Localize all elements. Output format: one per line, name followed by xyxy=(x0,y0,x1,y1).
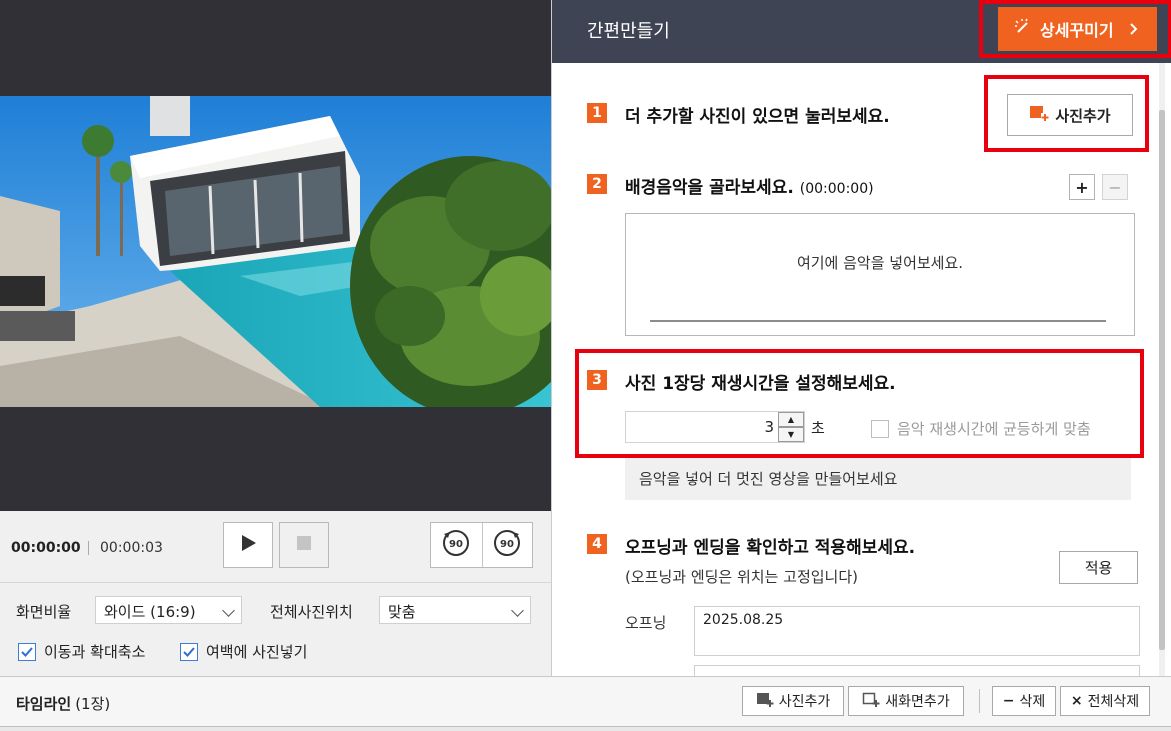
position-label: 전체사진위치 xyxy=(270,603,353,621)
player-controls: 00:00:00 00:00:03 90 90 xyxy=(0,511,551,583)
position-select[interactable]: 맞춤 xyxy=(379,596,531,624)
duration-value: 3 xyxy=(764,418,774,436)
timeline-delete-all-label: 전체삭제 xyxy=(1087,694,1140,710)
timeline-bar: 타임라인 (1장) 사진추가 새화면추가 − 삭제 × 전체삭제 xyxy=(0,676,1171,731)
rotate-right-90-icon: 90 xyxy=(492,528,522,562)
ratio-select[interactable]: 와이드 (16:9) xyxy=(95,596,242,624)
rotate-right-button[interactable]: 90 xyxy=(481,523,533,567)
add-photo-icon xyxy=(756,691,774,711)
add-music-button[interactable]: + xyxy=(1069,174,1095,200)
minus-icon: − xyxy=(1108,177,1122,197)
opening-value: 2025.08.25 xyxy=(703,612,784,628)
opening-label: 오프닝 xyxy=(625,614,667,632)
toolbar-divider xyxy=(979,689,980,713)
play-button[interactable] xyxy=(223,522,273,568)
timeline-new-screen-button[interactable]: 새화면추가 xyxy=(848,686,964,716)
step-1-number: 1 xyxy=(587,103,607,123)
step-1-text: 더 추가할 사진이 있으면 눌러보세요. xyxy=(625,107,890,127)
total-time: 00:00:03 xyxy=(100,540,163,556)
chevron-right-icon xyxy=(1129,20,1138,39)
panel-title: 간편만들기 xyxy=(587,21,670,42)
preview-photo xyxy=(0,96,551,407)
step-3-text: 사진 1장당 재생시간을 설정해보세요. xyxy=(625,374,896,394)
rotate-left-button[interactable]: 90 xyxy=(431,523,482,567)
step-2-title: 배경음악을 골라보세요. xyxy=(625,178,794,198)
timeline-delete-all-button[interactable]: × 전체삭제 xyxy=(1060,686,1150,716)
close-icon: × xyxy=(1070,693,1083,709)
add-photo-button[interactable]: 사진추가 xyxy=(1007,94,1133,136)
step-3-number: 3 xyxy=(587,370,607,390)
timeline-add-photo-label: 사진추가 xyxy=(778,694,831,710)
music-waveline xyxy=(650,320,1106,322)
checkbox-unchecked-icon xyxy=(871,419,889,438)
timeline-count: (1장) xyxy=(75,695,111,713)
play-icon xyxy=(238,533,258,557)
detail-decorate-label: 상세꾸미기 xyxy=(1040,21,1114,40)
timeline-delete-label: 삭제 xyxy=(1019,694,1046,710)
scrollbar-thumb[interactable] xyxy=(1159,110,1165,650)
music-tip: 음악을 넣어 더 멋진 영상을 만들어보세요 xyxy=(625,458,1131,500)
timeline-delete-button[interactable]: − 삭제 xyxy=(992,686,1056,716)
opening-input[interactable]: 2025.08.25 xyxy=(694,606,1140,656)
music-placeholder: 여기에 음악을 넣어보세요. xyxy=(796,254,964,272)
apply-label: 적용 xyxy=(1084,559,1113,577)
music-drop-area[interactable]: 여기에 음악을 넣어보세요. xyxy=(625,213,1135,336)
current-time: 00:00:00 xyxy=(11,540,81,556)
panel-body: 1 더 추가할 사진이 있으면 눌러보세요. 사진추가 2 배경음악을 골라보세… xyxy=(552,63,1162,685)
ratio-label: 화면비율 xyxy=(16,603,72,621)
timeline-title: 타임라인 (1장) xyxy=(16,693,110,714)
rotate-left-90-icon: 90 xyxy=(441,528,471,562)
motion-checkbox[interactable]: 이동과 확대축소 xyxy=(18,641,145,662)
sync-music-checkbox[interactable]: 음악 재생시간에 균등하게 맞춤 xyxy=(871,418,1091,439)
remove-music-button[interactable]: − xyxy=(1102,174,1128,200)
detail-decorate-button[interactable]: 상세꾸미기 xyxy=(998,7,1157,51)
panel-header: 간편만들기 상세꾸미기 xyxy=(552,0,1171,63)
arrow-up-icon[interactable]: ▲ xyxy=(778,412,804,427)
arrow-down-icon[interactable]: ▼ xyxy=(778,427,804,442)
motion-label: 이동과 확대축소 xyxy=(44,643,146,661)
timeline-add-photo-button[interactable]: 사진추가 xyxy=(742,686,844,716)
app-window: 00:00:00 00:00:03 90 90 화면비율 와이드 (16:9) … xyxy=(0,0,1171,731)
plus-icon: + xyxy=(1075,177,1089,197)
fill-label: 여백에 사진넣기 xyxy=(206,643,308,661)
magic-wand-icon xyxy=(1014,18,1032,40)
photo-options: 화면비율 와이드 (16:9) 전체사진위치 맞춤 이동과 확대축소 여백에 사… xyxy=(0,584,551,676)
step-2-text: 배경음악을 골라보세요. (00:00:00) xyxy=(625,173,874,198)
ratio-value: 와이드 (16:9) xyxy=(104,603,196,621)
checkbox-checked-icon xyxy=(180,642,198,661)
position-value: 맞춤 xyxy=(388,603,416,621)
preview-pane: 00:00:00 00:00:03 90 90 화면비율 와이드 (16:9) … xyxy=(0,0,551,676)
checkbox-checked-icon xyxy=(18,642,36,661)
sync-music-label: 음악 재생시간에 균등하게 맞춤 xyxy=(897,420,1091,438)
apply-button[interactable]: 적용 xyxy=(1059,551,1138,584)
minus-icon: − xyxy=(1002,693,1015,709)
easy-maker-panel: 간편만들기 상세꾸미기 1 더 추가할 사진이 있으면 눌러보세요. 사진추가 … xyxy=(551,0,1171,685)
add-photo-label: 사진추가 xyxy=(1055,106,1111,125)
rotate-group: 90 90 xyxy=(430,522,533,568)
timeline-track xyxy=(0,726,1171,731)
music-duration: (00:00:00) xyxy=(799,181,874,197)
opening-ending-note: (오프닝과 엔딩은 위치는 고정입니다) xyxy=(625,568,859,586)
stop-button[interactable] xyxy=(279,522,329,568)
preview-area xyxy=(0,0,551,511)
timeline-new-screen-label: 새화면추가 xyxy=(885,694,950,710)
chevron-down-icon xyxy=(511,604,524,617)
step-4-text: 오프닝과 엔딩을 확인하고 적용해보세요. xyxy=(625,538,916,558)
svg-text:90: 90 xyxy=(500,539,514,550)
svg-text:90: 90 xyxy=(449,539,463,550)
add-photo-icon xyxy=(1029,104,1050,126)
fill-checkbox[interactable]: 여백에 사진넣기 xyxy=(180,641,307,662)
step-2-number: 2 xyxy=(587,174,607,194)
duration-stepper[interactable]: ▲ ▼ xyxy=(778,412,804,442)
seconds-unit: 초 xyxy=(811,419,825,437)
stop-icon xyxy=(296,535,312,555)
new-screen-icon xyxy=(862,691,880,711)
step-4-number: 4 xyxy=(587,534,607,554)
chevron-down-icon xyxy=(222,604,235,617)
timeline-label: 타임라인 xyxy=(16,695,72,713)
time-separator xyxy=(88,541,89,555)
